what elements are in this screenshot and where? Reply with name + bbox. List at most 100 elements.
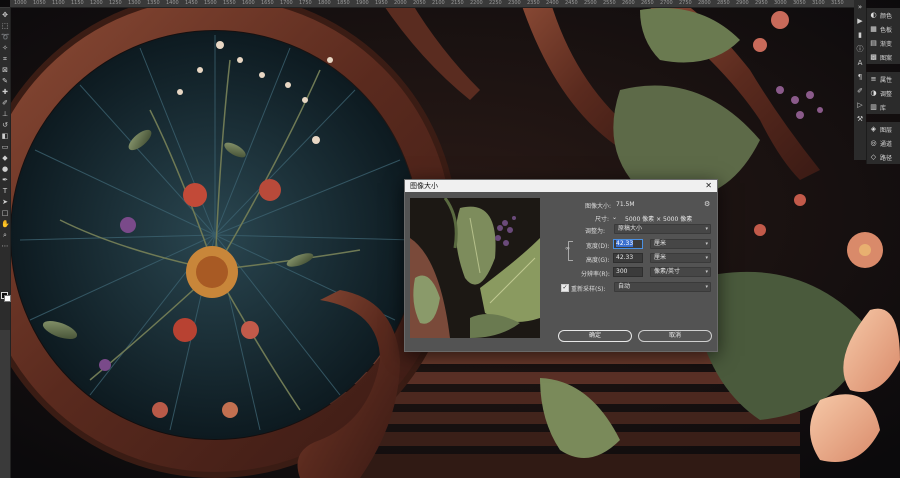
dialog-titlebar[interactable]: 图像大小 ✕: [405, 180, 717, 192]
move-tool-icon[interactable]: ✥: [1, 11, 9, 20]
ruler-tick-label: 1850: [337, 0, 350, 6]
resample-checkbox[interactable]: ✓: [561, 284, 569, 292]
tool-presets-icon[interactable]: ⚒: [855, 114, 865, 124]
history-icon[interactable]: ▶: [855, 16, 865, 26]
healing-brush-icon[interactable]: ✚: [1, 88, 9, 97]
image-size-value: 71.5M: [616, 201, 635, 208]
panel-label: 渐变: [880, 40, 893, 48]
more-tools-icon[interactable]: ⋯: [1, 242, 9, 251]
gradient-tool-icon[interactable]: ▭: [1, 143, 9, 152]
color-swatches[interactable]: [1, 292, 11, 302]
character-icon[interactable]: A: [855, 58, 865, 68]
panel-label: 颜色: [880, 12, 893, 20]
marquee-tool-icon[interactable]: ⬚: [1, 22, 9, 31]
ruler-tick-label: 1050: [33, 0, 46, 6]
panel-channels[interactable]: ◎ 通道: [867, 136, 900, 150]
panel-layers[interactable]: ◈ 图层: [867, 122, 900, 136]
panel-paths[interactable]: ◇ 路径: [867, 150, 900, 164]
ruler-tick-label: 2450: [565, 0, 578, 6]
width-unit-select[interactable]: 厘米 ▾: [650, 239, 711, 249]
ruler-tick-label: 3000: [774, 0, 787, 6]
panel-label: 调整: [880, 90, 893, 98]
dimensions-label: 尺寸:: [595, 216, 610, 223]
width-input[interactable]: 42.33: [613, 239, 643, 249]
resample-select[interactable]: 自动 ▾: [614, 282, 711, 292]
resample-label: 重新采样(S):: [571, 286, 606, 293]
fit-to-value: 原稿大小: [618, 225, 643, 232]
resolution-unit-select[interactable]: 像素/英寸 ▾: [650, 267, 711, 277]
ruler-tick-label: 2550: [603, 0, 616, 6]
zoom-tool-icon[interactable]: ⌕: [1, 231, 9, 240]
panel-adjustments[interactable]: ◑ 调整: [867, 86, 900, 100]
panel-swatches[interactable]: ▦ 色板: [867, 22, 900, 36]
ruler-tick-label: 2900: [736, 0, 749, 6]
ruler-tick-label: 2100: [432, 0, 445, 6]
ruler-tick-label: 2150: [451, 0, 464, 6]
panel-icon-strip: » ▶ ▮ ⓘ A ¶ ✐ ▷ ⚒: [854, 0, 866, 160]
ruler-tick-label: 1600: [242, 0, 255, 6]
crop-tool-icon[interactable]: ⌗: [1, 55, 9, 64]
ruler-tick-label: 3150: [831, 0, 844, 6]
link-icon[interactable]: ∞: [565, 245, 570, 252]
type-tool-icon[interactable]: T: [1, 187, 9, 196]
ruler-tick-label: 2300: [508, 0, 521, 6]
resolution-value: 300: [616, 268, 628, 275]
channels-icon: ◎: [870, 139, 877, 147]
paragraph-icon[interactable]: ¶: [855, 72, 865, 82]
close-icon[interactable]: ✕: [705, 180, 712, 192]
hand-tool-icon[interactable]: ✋: [1, 220, 10, 229]
actions-icon[interactable]: ▷: [855, 100, 865, 110]
ruler-tick-label: 1350: [147, 0, 160, 6]
path-select-icon[interactable]: ➤: [1, 198, 9, 207]
magic-wand-icon[interactable]: ✧: [1, 44, 9, 53]
ok-button[interactable]: 确定: [558, 330, 632, 342]
panel-patterns[interactable]: ▩ 图案: [867, 50, 900, 64]
panel-gradients[interactable]: ▤ 渐变: [867, 36, 900, 50]
brush-settings-icon[interactable]: ✐: [855, 86, 865, 96]
layers-icon: ◈: [870, 125, 877, 133]
dodge-tool-icon[interactable]: ●: [1, 165, 9, 174]
panel-label: 通道: [880, 140, 893, 148]
comment-icon[interactable]: ▮: [855, 30, 865, 40]
lasso-tool-icon[interactable]: ➰: [1, 33, 10, 42]
history-brush-icon[interactable]: ↺: [1, 121, 9, 130]
info-icon[interactable]: ⓘ: [855, 44, 865, 54]
dialog-title: 图像大小: [410, 182, 438, 190]
brush-tool-icon[interactable]: ✐: [1, 99, 9, 108]
height-input[interactable]: 42.33: [613, 253, 643, 263]
panel-properties[interactable]: ≡ 属性: [867, 72, 900, 86]
fit-to-select[interactable]: 原稿大小 ▾: [614, 224, 711, 234]
eyedropper-icon[interactable]: ✎: [1, 77, 9, 86]
ruler-tick-label: 1800: [318, 0, 331, 6]
resolution-input[interactable]: 300: [613, 267, 643, 277]
cancel-label: 取消: [668, 332, 681, 339]
dimensions-value: 5000 像素 × 5000 像素: [625, 216, 693, 223]
panel-label: 图案: [880, 54, 893, 62]
frame-tool-icon[interactable]: ⊠: [1, 66, 9, 75]
image-size-dialog: 图像大小 ✕ 图像大小: 71.5M ⚙ 尺寸: ⌄ 5000 像素 × 500…: [404, 179, 718, 352]
dimensions-dropdown-icon[interactable]: ⌄: [612, 214, 617, 221]
stamp-tool-icon[interactable]: ⊥: [1, 110, 9, 119]
gradient-icon: ▤: [870, 39, 877, 47]
adjustments-icon: ◑: [870, 89, 877, 97]
ruler-tick-label: 2700: [660, 0, 673, 6]
background-color[interactable]: [4, 295, 11, 302]
rectangle-tool-icon[interactable]: □: [1, 209, 9, 218]
tools-panel: ✥ ⬚ ➰ ✧ ⌗ ⊠ ✎ ✚ ✐ ⊥ ↺ ◧ ▭ ◆ ● ✒ T ➤ □ ✋ …: [0, 8, 10, 330]
ruler-tick-label: 3050: [793, 0, 806, 6]
ruler-tick-label: 2650: [641, 0, 654, 6]
eraser-tool-icon[interactable]: ◧: [1, 132, 9, 141]
panel-group-color: ◐ 颜色 ▦ 色板 ▤ 渐变 ▩ 图案: [866, 8, 900, 64]
height-unit-select[interactable]: 厘米 ▾: [650, 253, 711, 263]
ruler-tick-label: 1450: [185, 0, 198, 6]
panel-expand-icon[interactable]: »: [855, 2, 865, 12]
image-preview[interactable]: [410, 198, 540, 338]
blur-tool-icon[interactable]: ◆: [1, 154, 9, 163]
panel-color[interactable]: ◐ 颜色: [867, 8, 900, 22]
ruler-tick-label: 2000: [394, 0, 407, 6]
pen-tool-icon[interactable]: ✒: [1, 176, 9, 185]
gear-icon[interactable]: ⚙: [704, 200, 710, 208]
ruler-tick-label: 2850: [717, 0, 730, 6]
cancel-button[interactable]: 取消: [638, 330, 712, 342]
panel-libraries[interactable]: ▥ 库: [867, 100, 900, 114]
